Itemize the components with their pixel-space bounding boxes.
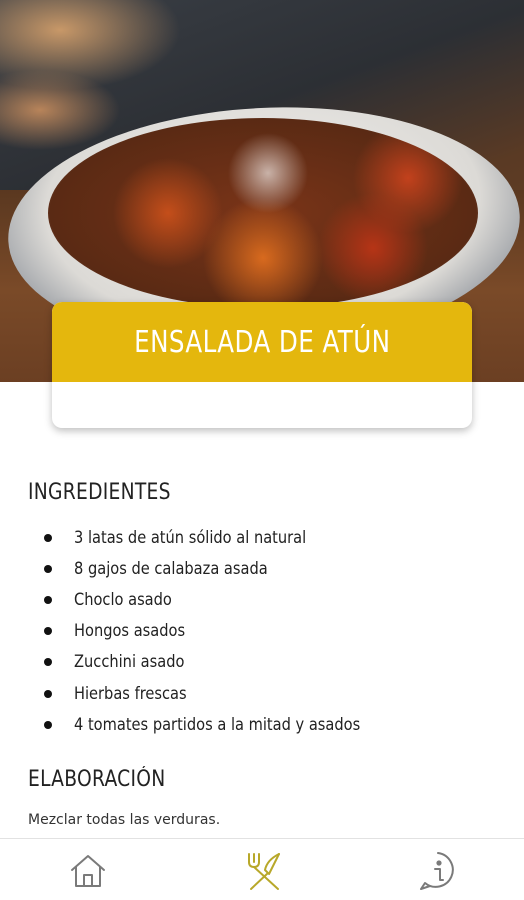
salad-food xyxy=(48,118,478,308)
ingredient-text: Hongos asados xyxy=(74,621,186,642)
list-item: Choclo asado xyxy=(44,584,407,615)
elaboration-text: Mezclar todas las verduras. xyxy=(28,812,221,828)
ingredient-text: 4 tomates partidos a la mitad y asados xyxy=(74,714,361,735)
recipe-title-card: ENSALADA DE ATÚN xyxy=(52,302,472,428)
bullet-icon xyxy=(44,720,52,729)
list-item: Hongos asados xyxy=(44,616,407,647)
list-item: Hierbas frescas xyxy=(44,678,407,709)
bullet-icon xyxy=(44,564,52,573)
elaboration-heading: ELABORACIÓN xyxy=(28,767,166,792)
list-item: 8 gajos de calabaza asada xyxy=(44,553,407,584)
bullet-icon xyxy=(44,689,52,698)
bullet-icon xyxy=(44,533,52,542)
bullet-icon xyxy=(44,595,52,604)
bullet-icon xyxy=(44,658,52,667)
ingredients-heading: INGREDIENTES xyxy=(28,480,171,505)
bullet-icon xyxy=(44,627,52,636)
recipe-title: ENSALADA DE ATÚN xyxy=(133,324,391,360)
ingredient-text: Hierbas frescas xyxy=(74,683,187,704)
fork-knife-icon xyxy=(248,853,280,890)
ingredient-text: Zucchini asado xyxy=(74,652,185,673)
list-item: Zucchini asado xyxy=(44,647,407,678)
bottom-nav xyxy=(0,838,524,900)
ingredient-text: Choclo asado xyxy=(74,589,172,610)
nav-recipes-button[interactable] xyxy=(242,849,286,893)
ingredients-list: 3 latas de atún sólido al natural 8 gajo… xyxy=(44,522,407,740)
home-icon xyxy=(71,855,105,887)
list-item: 4 tomates partidos a la mitad y asados xyxy=(44,709,407,740)
info-icon xyxy=(420,852,454,890)
ingredient-text: 8 gajos de calabaza asada xyxy=(74,558,268,579)
ingredient-text: 3 latas de atún sólido al natural xyxy=(74,527,307,548)
nav-home-button[interactable] xyxy=(66,849,110,893)
list-item: 3 latas de atún sólido al natural xyxy=(44,522,407,553)
nav-info-button[interactable] xyxy=(416,849,460,893)
recipe-title-band: ENSALADA DE ATÚN xyxy=(52,302,472,382)
